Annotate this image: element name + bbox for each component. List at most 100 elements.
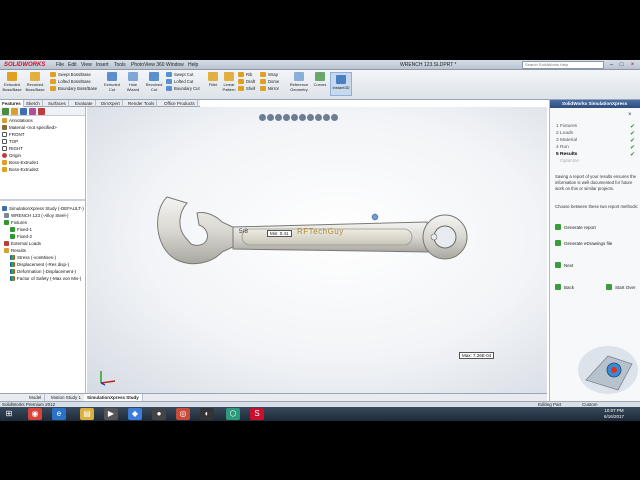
tree-node-fixed-1[interactable]: Fixed-1 — [10, 226, 32, 233]
hole-wizard-button[interactable]: Hole Wizard — [124, 72, 142, 92]
feature-manager-icon[interactable] — [2, 108, 9, 115]
internet-explorer-icon[interactable]: e — [52, 408, 66, 420]
tab-office-products[interactable]: Office Products — [162, 100, 198, 107]
reference-geometry-button[interactable]: Reference Geometry — [288, 72, 310, 92]
tree-node-stress[interactable]: Stress (-vonMises-) — [10, 254, 56, 261]
file-explorer-icon[interactable]: ▤ — [80, 408, 94, 420]
menu-help[interactable]: Help — [188, 61, 198, 69]
section-view-icon[interactable] — [283, 114, 290, 121]
revolved-boss-button[interactable]: Revolved Boss/Base — [24, 72, 46, 92]
tree-node-part[interactable]: WRENCH 123 (-Alloy Steel-) — [4, 212, 69, 219]
lofted-cut-button[interactable]: Lofted Cut — [166, 78, 204, 85]
swept-boss-button[interactable]: Swept Boss/Base — [50, 71, 100, 78]
wrap-button[interactable]: Wrap — [260, 71, 286, 78]
app-icon[interactable]: ◎ — [176, 408, 190, 420]
tab-evaluate[interactable]: Evaluate — [73, 100, 96, 107]
tab-render-tools[interactable]: Render Tools — [126, 100, 158, 107]
tree-node-top-plane[interactable]: TOP — [2, 138, 18, 145]
step-results[interactable]: 5 Results — [556, 152, 577, 158]
tree-node-origin[interactable]: Origin — [2, 152, 21, 159]
tab-dimxpert[interactable]: DimXpert — [99, 100, 123, 107]
tree-node-results[interactable]: Results — [4, 247, 26, 254]
apply-scene-icon[interactable] — [323, 114, 330, 121]
tab-features[interactable]: Features — [0, 100, 24, 107]
tree-node-study[interactable]: SimulationXpress Study (-DEFAULT-) — [2, 205, 84, 212]
menu-insert[interactable]: Insert — [96, 61, 109, 69]
edit-appearance-icon[interactable] — [315, 114, 322, 121]
property-manager-icon[interactable] — [11, 108, 18, 115]
back-button[interactable]: Back — [555, 284, 574, 291]
app-icon[interactable]: ⬡ — [226, 408, 240, 420]
previous-view-icon[interactable] — [275, 114, 282, 121]
tree-node-material[interactable]: Material <not specified> — [2, 124, 57, 131]
tree-splitter[interactable] — [0, 199, 85, 201]
step-fixtures[interactable]: 1 Fixtures — [556, 124, 577, 130]
graphics-area[interactable]: 5/8 Min: 0.41 RFTechGuy Max: 7.26E-04 — [87, 107, 547, 393]
menu-photoview[interactable]: PhotoView 360 — [131, 61, 165, 69]
tree-node-boss-extrude2[interactable]: Boss-Extrude2 — [2, 166, 39, 173]
zoom-area-icon[interactable] — [267, 114, 274, 121]
rib-button[interactable]: Rib — [238, 71, 260, 78]
hide-show-icon[interactable] — [307, 114, 314, 121]
max-value-tag[interactable]: Max: 7.26E-04 — [459, 352, 495, 359]
lofted-boss-button[interactable]: Lofted Boss/Base — [50, 78, 100, 85]
boundary-boss-button[interactable]: Boundary Boss/Base — [50, 85, 100, 92]
mirror-button[interactable]: Mirror — [260, 85, 286, 92]
tree-node-factor-of-safety[interactable]: Factor of Safety (-Max von Mis-) — [10, 275, 81, 282]
menu-view[interactable]: View — [81, 61, 92, 69]
tree-node-fixed-2[interactable]: Fixed-2 — [10, 233, 32, 240]
step-material[interactable]: 3 Material — [556, 138, 577, 144]
tab-surfaces[interactable]: Surfaces — [46, 100, 69, 107]
solidworks-logo[interactable]: SOLIDWORKS — [2, 61, 47, 69]
fillet-button[interactable]: Fillet — [206, 72, 220, 87]
draft-button[interactable]: Draft — [238, 78, 260, 85]
extruded-boss-button[interactable]: Extruded Boss/Base — [2, 72, 22, 92]
minimize-icon[interactable]: – — [607, 61, 616, 69]
min-value-tag[interactable]: Min: 0.41 — [267, 230, 292, 237]
tree-node-deformation[interactable]: Deformation (-Displacement-) — [10, 268, 76, 275]
close-icon[interactable]: × — [628, 61, 637, 69]
dimxpert-manager-icon[interactable] — [29, 108, 36, 115]
extruded-cut-button[interactable]: Extruded Cut — [102, 72, 122, 92]
instant3d-button[interactable]: Instant3D — [330, 72, 352, 96]
solidworks-taskbar-icon[interactable]: S — [250, 408, 264, 420]
linear-pattern-button[interactable]: Linear Pattern — [220, 72, 238, 92]
fixture-marker-icon[interactable] — [371, 213, 379, 221]
system-clock[interactable]: 10:07 PM 6/16/2017 — [604, 408, 624, 420]
start-button-icon[interactable]: ⊞ — [2, 408, 16, 420]
media-player-icon[interactable]: ▶ — [104, 408, 118, 420]
step-loads[interactable]: 2 Loads — [556, 131, 573, 137]
tab-sketch[interactable]: Sketch — [24, 100, 43, 107]
zoom-fit-icon[interactable] — [259, 114, 266, 121]
swept-cut-button[interactable]: Swept Cut — [166, 71, 204, 78]
app-icon[interactable]: ◆ — [128, 408, 142, 420]
generate-report-button[interactable]: Generate report — [555, 224, 596, 231]
camtasia-icon[interactable]: ◐ — [200, 408, 214, 420]
start-over-button[interactable]: Start Over — [606, 284, 636, 291]
help-search-input[interactable]: Search SolidWorks Help — [522, 61, 604, 69]
shell-button[interactable]: Shell — [238, 85, 260, 92]
step-optimize[interactable]: Optimize — [560, 159, 579, 165]
next-button[interactable]: Next — [555, 262, 573, 269]
wrench-model[interactable] — [147, 167, 507, 317]
tree-node-boss-extrude1[interactable]: Boss-Extrude1 — [2, 159, 39, 166]
revolved-cut-button[interactable]: Revolved Cut — [144, 72, 164, 92]
pane-close-icon[interactable]: × — [628, 112, 632, 118]
menu-file[interactable]: File — [56, 61, 64, 69]
app-icon[interactable]: ● — [152, 408, 166, 420]
view-settings-icon[interactable] — [331, 114, 338, 121]
chrome-icon[interactable]: ◉ — [28, 408, 42, 420]
display-manager-icon[interactable] — [38, 108, 45, 115]
configuration-manager-icon[interactable] — [20, 108, 27, 115]
dome-button[interactable]: Dome — [260, 78, 286, 85]
generate-edrawings-button[interactable]: Generate eDrawings file — [555, 240, 612, 247]
tree-node-right-plane[interactable]: RIGHT — [2, 145, 23, 152]
view-orientation-icon[interactable] — [291, 114, 298, 121]
menu-edit[interactable]: Edit — [68, 61, 77, 69]
menu-window[interactable]: Window — [166, 61, 184, 69]
tree-node-displacement[interactable]: Displacement (-Res disp-) — [10, 261, 69, 268]
boundary-cut-button[interactable]: Boundary Cut — [166, 85, 204, 92]
tree-node-fixtures[interactable]: Fixtures — [4, 219, 27, 226]
tree-node-annotations[interactable]: Annotations — [2, 117, 33, 124]
maximize-icon[interactable]: □ — [617, 61, 626, 69]
